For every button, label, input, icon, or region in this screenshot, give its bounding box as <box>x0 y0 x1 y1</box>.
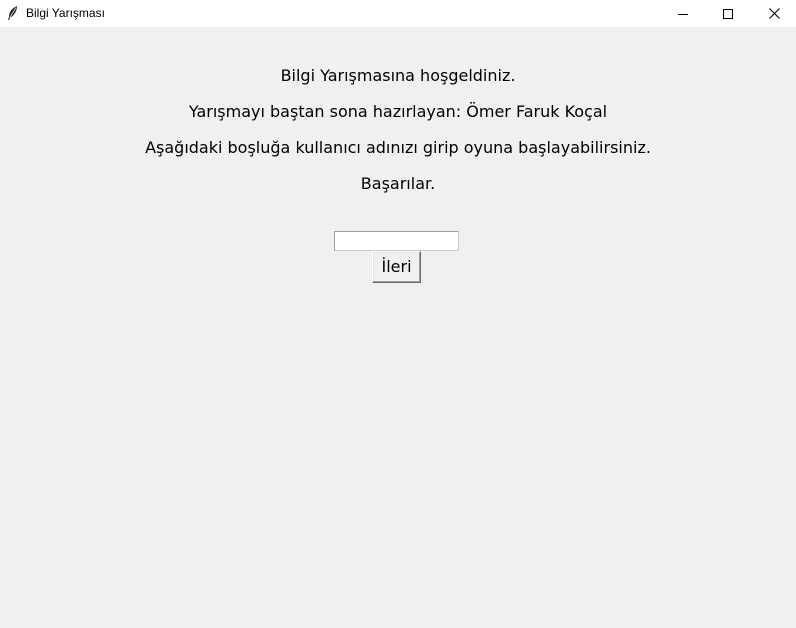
maximize-button[interactable] <box>705 0 751 27</box>
good-luck-text: Başarılar. <box>360 174 436 193</box>
welcome-message: Bilgi Yarışmasına hoşgeldiniz. <box>280 66 516 85</box>
title-bar[interactable]: Bilgi Yarışması <box>0 0 796 27</box>
close-button[interactable] <box>751 0 796 27</box>
close-icon <box>768 4 780 23</box>
feather-icon <box>6 5 20 21</box>
author-credit: Yarışmayı baştan sona hazırlayan: Ömer F… <box>188 102 608 121</box>
next-button[interactable]: İleri <box>372 251 421 283</box>
minimize-icon <box>678 4 688 23</box>
instructions-text: Aşağıdaki boşluğa kullanıcı adınızı giri… <box>145 138 651 157</box>
maximize-icon <box>723 4 733 23</box>
username-input[interactable] <box>334 231 459 251</box>
app-window: Bilgi Yarışması Bilgi Yarışmasına hoşgel… <box>0 0 796 628</box>
minimize-button[interactable] <box>660 0 706 27</box>
window-title: Bilgi Yarışması <box>26 6 105 20</box>
